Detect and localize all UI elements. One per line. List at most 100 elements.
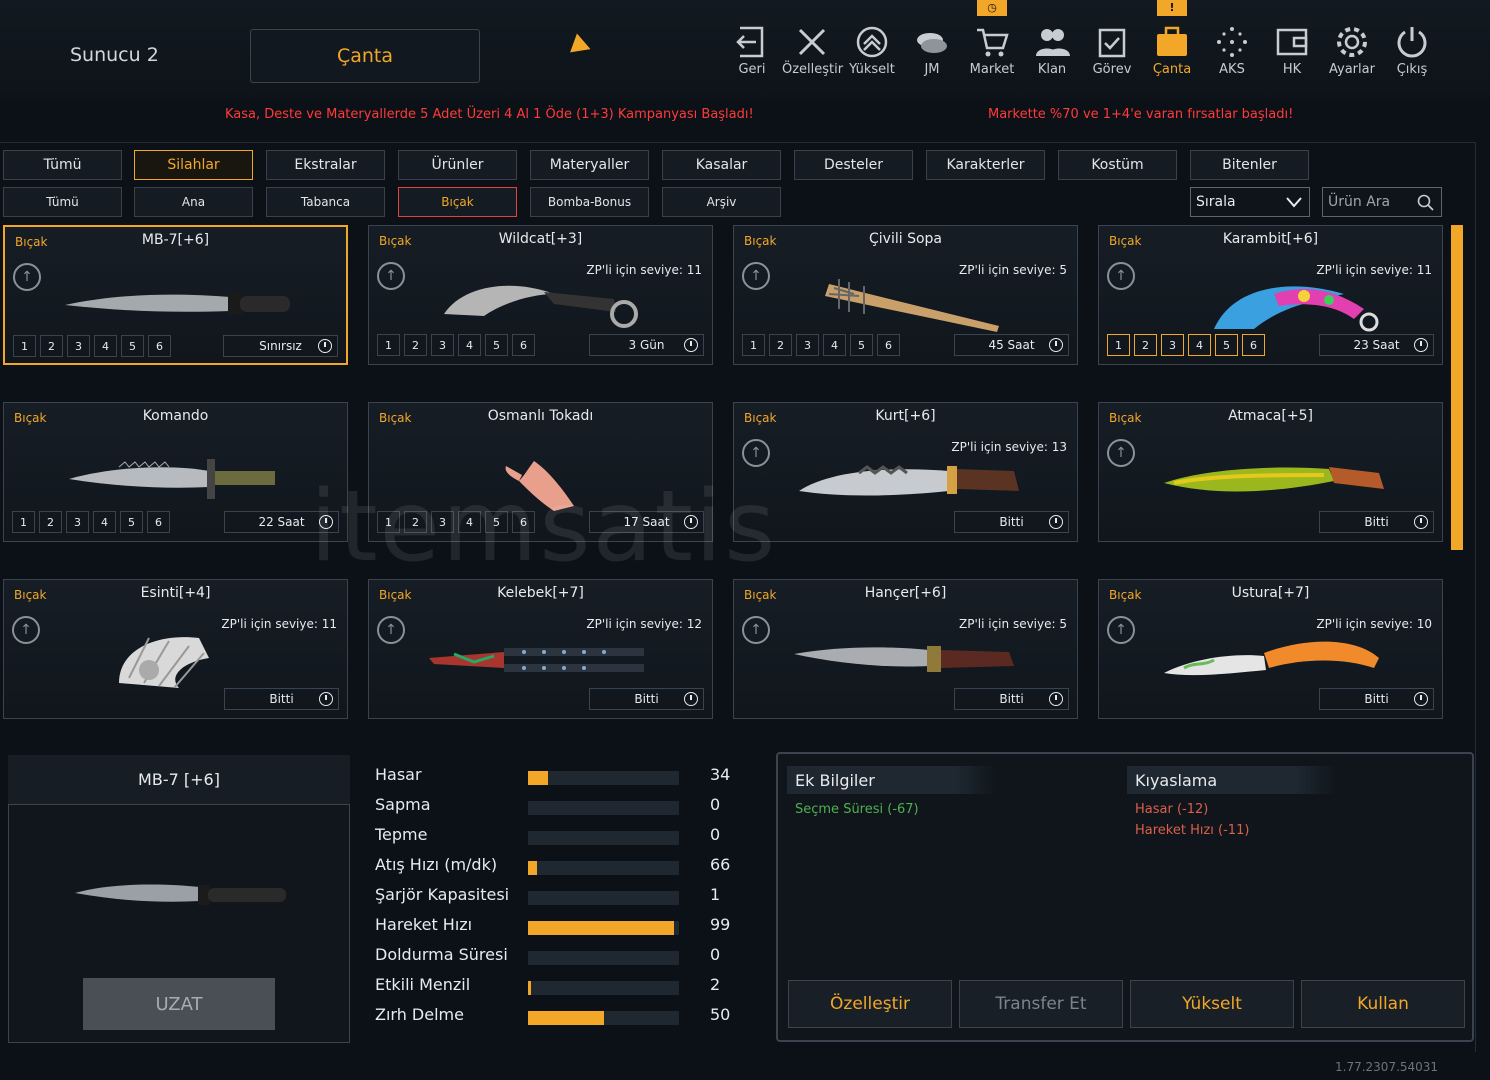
clock-icon: [319, 692, 333, 706]
slot-number[interactable]: 5: [120, 511, 143, 533]
nav-tools[interactable]: Özelleştir: [782, 24, 843, 77]
slot-number[interactable]: 6: [148, 335, 171, 357]
item-card[interactable]: Bıçak Hançer[+6] ↑ ZP'li için seviye: 5 Bitt…: [733, 579, 1078, 719]
upgrade-arrow-icon[interactable]: ↑: [742, 262, 770, 290]
item-card[interactable]: Bıçak Çivili Sopa ↑ ZP'li için seviye: 5123…: [733, 225, 1078, 365]
item-card[interactable]: Bıçak Osmanlı Tokadı 1 2 3 4 5 6 17 Saat: [368, 402, 713, 542]
search-input[interactable]: Ürün Ara: [1322, 187, 1442, 217]
upgrade-arrow-icon[interactable]: ↑: [377, 616, 405, 644]
tab-2[interactable]: Ekstralar: [266, 150, 385, 180]
nav-bag[interactable]: ! Çanta: [1142, 0, 1202, 77]
slot-number[interactable]: 4: [93, 511, 116, 533]
use-button[interactable]: Kullan: [1301, 980, 1465, 1028]
subtab-5[interactable]: Arşiv: [662, 187, 781, 217]
stat-value: 0: [710, 795, 721, 814]
slot-number[interactable]: 4: [823, 334, 846, 356]
slot-number[interactable]: 1: [377, 511, 400, 533]
upgrade-arrow-icon[interactable]: ↑: [1107, 262, 1135, 290]
clock-icon: [1414, 515, 1428, 529]
slot-number[interactable]: 2: [404, 334, 427, 356]
slot-number[interactable]: 1: [1107, 334, 1130, 356]
upgrade-arrow-icon[interactable]: ↑: [12, 616, 40, 644]
tab-0[interactable]: Tümü: [3, 150, 122, 180]
slot-number[interactable]: 3: [431, 334, 454, 356]
scrollbar[interactable]: [1451, 225, 1463, 550]
upgrade-arrow-icon[interactable]: ↑: [1107, 439, 1135, 467]
nav-upgrade[interactable]: Yükselt: [842, 24, 902, 77]
item-card[interactable]: Bıçak Ustura[+7] ↑ ZP'li için seviye: 10 Bit…: [1098, 579, 1443, 719]
slot-number[interactable]: 6: [877, 334, 900, 356]
subtab-2[interactable]: Tabanca: [266, 187, 385, 217]
upgrade-arrow-icon[interactable]: ↑: [377, 262, 405, 290]
customize-button[interactable]: Özelleştir: [788, 980, 952, 1028]
nav-gear[interactable]: Ayarlar: [1322, 24, 1382, 77]
nav-dots[interactable]: AKS: [1202, 24, 1262, 77]
slot-number[interactable]: 5: [485, 334, 508, 356]
slot-number[interactable]: 2: [40, 335, 63, 357]
tab-5[interactable]: Kasalar: [662, 150, 781, 180]
tab-4[interactable]: Materyaller: [530, 150, 649, 180]
tab-8[interactable]: Kostüm: [1058, 150, 1177, 180]
item-card[interactable]: Bıçak MB-7[+6] ↑ 1 2 3 4 5 6 Sınırsız: [3, 225, 348, 365]
tab-9[interactable]: Bitenler: [1190, 150, 1309, 180]
item-card[interactable]: Bıçak Atmaca[+5] ↑ Bitti: [1098, 402, 1443, 542]
tab-1[interactable]: Silahlar: [134, 150, 253, 180]
subtab-0[interactable]: Tümü: [3, 187, 122, 217]
slot-number[interactable]: 3: [431, 511, 454, 533]
sort-label: Sırala: [1196, 194, 1236, 210]
slot-number[interactable]: 1: [742, 334, 765, 356]
slot-number[interactable]: 4: [94, 335, 117, 357]
nav-coins[interactable]: JM: [902, 24, 962, 77]
slot-number[interactable]: 6: [147, 511, 170, 533]
item-card[interactable]: Bıçak Kelebek[+7] ↑ ZP'li için seviye: 12 Bi…: [368, 579, 713, 719]
sort-select[interactable]: Sırala: [1190, 187, 1310, 217]
slot-number[interactable]: 6: [512, 334, 535, 356]
slot-number[interactable]: 4: [458, 334, 481, 356]
slot-number[interactable]: 6: [512, 511, 535, 533]
slot-number[interactable]: 3: [796, 334, 819, 356]
subtab-4[interactable]: Bomba-Bonus: [530, 187, 649, 217]
item-card[interactable]: Bıçak Komando 1 2 3 4 5 6 22 Saat: [3, 402, 348, 542]
item-card[interactable]: Bıçak Esinti[+4] ↑ ZP'li için seviye: 11 Bit…: [3, 579, 348, 719]
slot-number[interactable]: 3: [67, 335, 90, 357]
slot-number[interactable]: 3: [66, 511, 89, 533]
item-card[interactable]: Bıçak Kurt[+6] ↑ ZP'li için seviye: 13 Bitti: [733, 402, 1078, 542]
nav-back[interactable]: Geri: [722, 24, 782, 77]
stat-value: 50: [710, 1005, 731, 1024]
upgrade-arrow-icon[interactable]: ↑: [13, 263, 41, 291]
nav-mission[interactable]: Görev: [1082, 24, 1142, 77]
upgrade-arrow-icon[interactable]: ↑: [742, 616, 770, 644]
slot-number[interactable]: 4: [1188, 334, 1211, 356]
slot-number[interactable]: 2: [1134, 334, 1157, 356]
item-card[interactable]: Bıçak Karambit[+6] ↑ ZP'li için seviye: 11 1…: [1098, 225, 1443, 365]
slot-number[interactable]: 3: [1161, 334, 1184, 356]
subtab-3[interactable]: Bıçak: [398, 187, 517, 217]
nav-cart[interactable]: ◷ Market: [962, 0, 1022, 77]
item-card[interactable]: Bıçak Wildcat[+3] ↑ ZP'li için seviye: 11 1 2…: [368, 225, 713, 365]
upgrade-arrow-icon[interactable]: ↑: [1107, 616, 1135, 644]
transfer-button[interactable]: Transfer Et: [959, 980, 1123, 1028]
extend-button[interactable]: UZAT: [83, 978, 275, 1030]
slot-number[interactable]: 5: [121, 335, 144, 357]
nav-power[interactable]: Çıkış: [1382, 24, 1442, 77]
tab-7[interactable]: Karakterler: [926, 150, 1045, 180]
slot-number[interactable]: 5: [1215, 334, 1238, 356]
slot-number[interactable]: 2: [39, 511, 62, 533]
tab-3[interactable]: Ürünler: [398, 150, 517, 180]
clock-icon: [1049, 515, 1063, 529]
upgrade-arrow-icon[interactable]: ↑: [742, 439, 770, 467]
slot-number[interactable]: 4: [458, 511, 481, 533]
slot-number[interactable]: 1: [13, 335, 36, 357]
upgrade-button[interactable]: Yükselt: [1130, 980, 1294, 1028]
subtab-1[interactable]: Ana: [134, 187, 253, 217]
slot-number[interactable]: 5: [850, 334, 873, 356]
nav-clan[interactable]: Klan: [1022, 24, 1082, 77]
slot-number[interactable]: 2: [404, 511, 427, 533]
nav-wallet[interactable]: HK: [1262, 24, 1322, 77]
slot-number[interactable]: 1: [12, 511, 35, 533]
slot-number[interactable]: 1: [377, 334, 400, 356]
tab-6[interactable]: Desteler: [794, 150, 913, 180]
slot-number[interactable]: 6: [1242, 334, 1265, 356]
slot-number[interactable]: 2: [769, 334, 792, 356]
slot-number[interactable]: 5: [485, 511, 508, 533]
